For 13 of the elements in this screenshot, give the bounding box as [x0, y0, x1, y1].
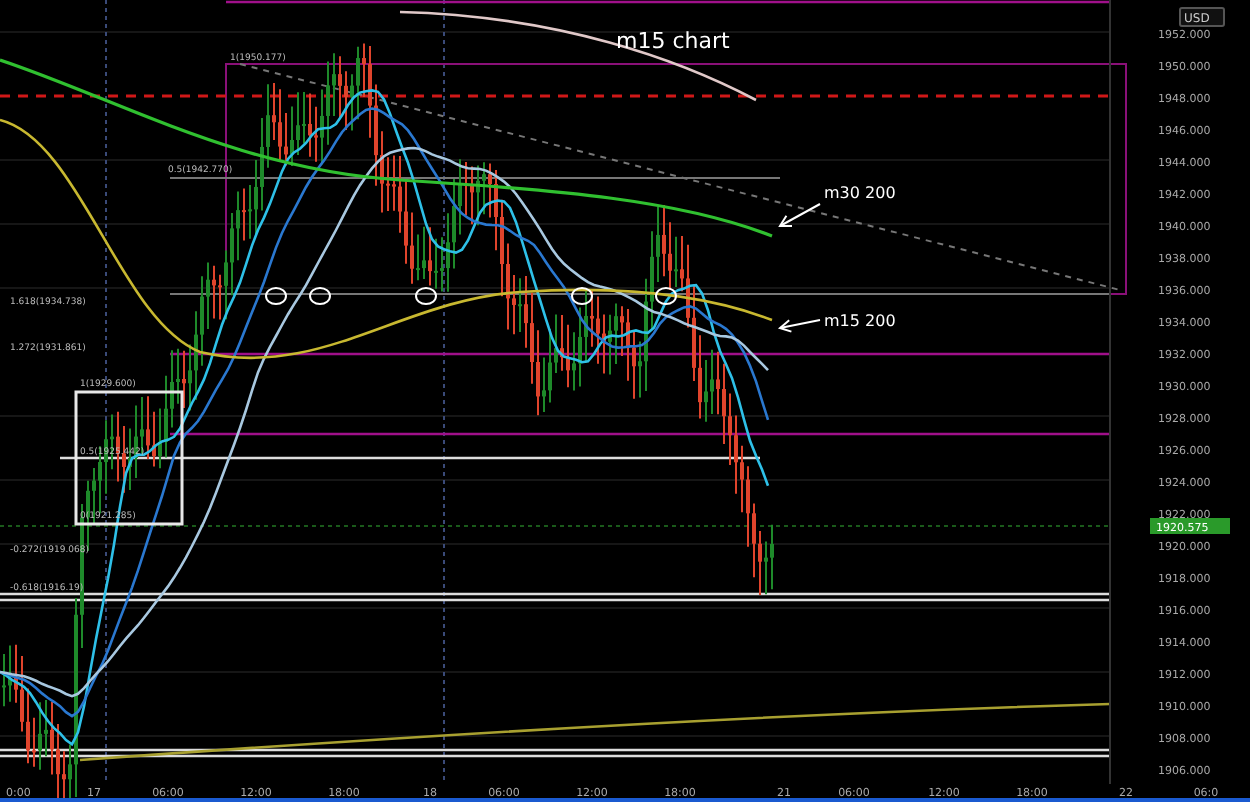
chart-title: m15 chart [616, 28, 730, 54]
arrow [777, 319, 821, 333]
chart-annotation: m30 200 [824, 184, 896, 202]
circle-marker [309, 287, 331, 305]
circle-marker [415, 287, 437, 305]
chart-annotation: m15 200 [824, 312, 896, 330]
arrow [778, 203, 821, 227]
circle-marker [265, 287, 287, 305]
circle-marker [571, 287, 593, 305]
price-badge [1150, 518, 1230, 534]
zone-rectangle [74, 390, 184, 526]
circle-marker [655, 287, 677, 305]
currency-selector[interactable] [1179, 7, 1225, 27]
